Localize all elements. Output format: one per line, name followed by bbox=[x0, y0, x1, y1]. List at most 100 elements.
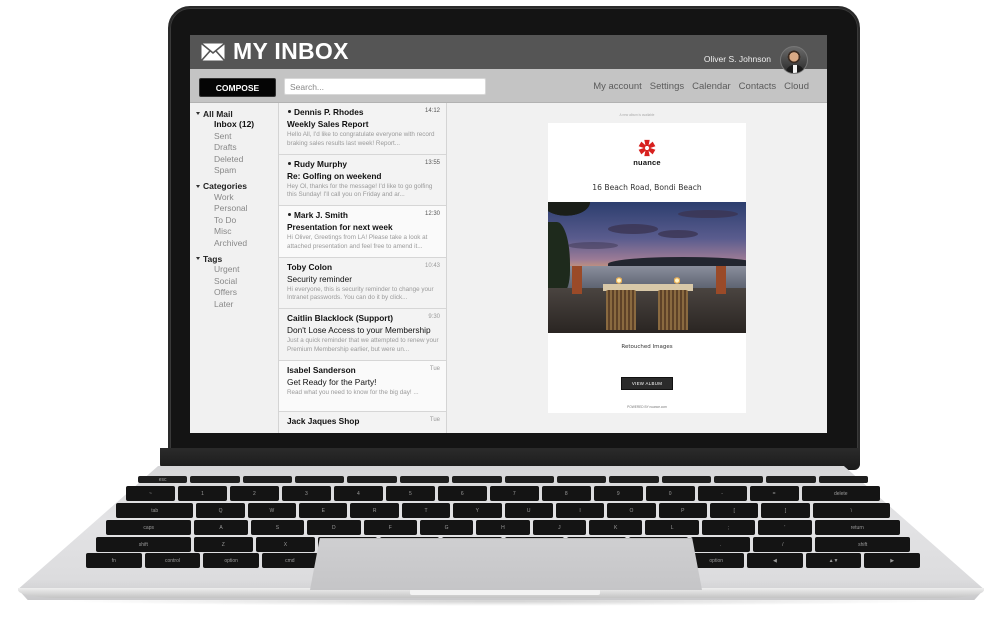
keyboard-key[interactable]: cmd bbox=[261, 553, 318, 568]
sidebar-item-to-do[interactable]: To Do bbox=[190, 215, 278, 227]
keyboard-key[interactable]: 4 bbox=[333, 486, 383, 501]
keyboard-key[interactable]: Q bbox=[196, 503, 245, 518]
sidebar-item-archived[interactable]: Archived bbox=[190, 238, 278, 250]
nav-cloud[interactable]: Cloud bbox=[784, 81, 809, 92]
keyboard-key[interactable] bbox=[661, 476, 711, 483]
sidebar-item-sent[interactable]: Sent bbox=[190, 131, 278, 143]
nav-contacts[interactable]: Contacts bbox=[739, 81, 777, 92]
keyboard-key[interactable] bbox=[452, 476, 502, 483]
sidebar-item-work[interactable]: Work bbox=[190, 192, 278, 204]
keyboard-key[interactable]: option bbox=[203, 553, 259, 568]
group-toggle-all-mail[interactable]: All Mail bbox=[190, 108, 278, 119]
message-item[interactable]: Isabel Sanderson Tue Get Ready for the P… bbox=[279, 360, 446, 412]
keyboard-key[interactable] bbox=[399, 476, 450, 483]
keyboard-key[interactable]: 1 bbox=[177, 486, 227, 501]
keyboard-key[interactable]: Z bbox=[193, 537, 253, 552]
keyboard-key[interactable]: E bbox=[299, 503, 348, 518]
keyboard-key[interactable]: P bbox=[658, 503, 707, 518]
keyboard-key[interactable]: I bbox=[555, 503, 605, 518]
message-item[interactable]: Rudy Murphy 13:55 Re: Golfing on weekend… bbox=[279, 154, 446, 206]
keyboard-key[interactable]: O bbox=[607, 503, 656, 518]
keyboard-key[interactable] bbox=[347, 476, 397, 483]
keyboard-key[interactable] bbox=[295, 476, 345, 483]
keyboard-key[interactable] bbox=[556, 476, 607, 483]
keyboard-key[interactable]: J bbox=[532, 520, 587, 535]
keyboard-key[interactable]: = bbox=[749, 486, 799, 501]
keyboard-key[interactable]: 3 bbox=[281, 486, 331, 501]
keyboard-key[interactable]: Y bbox=[453, 503, 502, 518]
nav-my-account[interactable]: My account bbox=[593, 81, 642, 92]
sidebar-item-spam[interactable]: Spam bbox=[190, 165, 278, 177]
keyboard-key[interactable]: H bbox=[476, 520, 530, 535]
message-item[interactable]: Dennis P. Rhodes 14:12 Weekly Sales Repo… bbox=[279, 103, 446, 155]
keyboard-key[interactable]: ] bbox=[761, 503, 810, 518]
keyboard-key[interactable]: K bbox=[589, 520, 643, 535]
keyboard-key[interactable]: ~ bbox=[126, 486, 175, 501]
keyboard-key[interactable]: shift bbox=[96, 537, 191, 552]
keyboard-key[interactable]: ' bbox=[758, 520, 812, 535]
keyboard-key[interactable]: 0 bbox=[645, 486, 695, 501]
keyboard-key[interactable]: S bbox=[250, 520, 305, 535]
keyboard-key[interactable]: 9 bbox=[593, 486, 643, 501]
keyboard-key[interactable]: control bbox=[144, 553, 201, 568]
group-toggle-categories[interactable]: Categories bbox=[190, 181, 278, 192]
keyboard-key[interactable]: \ bbox=[812, 503, 891, 518]
keyboard-key[interactable]: R bbox=[350, 503, 399, 518]
compose-button[interactable]: COMPOSE bbox=[199, 78, 276, 97]
keyboard-key[interactable]: / bbox=[753, 537, 813, 552]
keyboard-key[interactable] bbox=[504, 476, 554, 483]
message-item[interactable]: Toby Colon 10:43 Security reminder Hi ev… bbox=[279, 257, 446, 309]
keyboard-key[interactable]: T bbox=[401, 503, 451, 518]
keyboard-key[interactable]: shift bbox=[815, 537, 911, 552]
sidebar-item-misc[interactable]: Misc bbox=[190, 226, 278, 238]
keyboard-key[interactable]: A bbox=[194, 520, 248, 535]
sidebar-item-inbox[interactable]: Inbox (12) bbox=[190, 119, 278, 131]
keyboard-key[interactable]: return bbox=[814, 520, 900, 535]
keyboard-key[interactable]: - bbox=[697, 486, 747, 501]
keyboard-key[interactable]: ; bbox=[701, 520, 756, 535]
keyboard-key[interactable] bbox=[818, 476, 869, 483]
nav-settings[interactable]: Settings bbox=[650, 81, 684, 92]
sidebar-item-urgent[interactable]: Urgent bbox=[190, 264, 278, 276]
message-item[interactable]: Jack Jaques Shop Tue bbox=[279, 412, 446, 433]
sidebar-item-offers[interactable]: Offers bbox=[190, 287, 278, 299]
keyboard-key[interactable]: ▲▼ bbox=[805, 553, 862, 568]
keyboard-key[interactable]: L bbox=[645, 520, 699, 535]
keyboard-key[interactable]: D bbox=[307, 520, 361, 535]
keyboard-key[interactable]: 7 bbox=[489, 486, 539, 501]
keyboard-key[interactable]: 6 bbox=[437, 486, 487, 501]
search-input[interactable] bbox=[284, 78, 486, 95]
keyboard-key[interactable]: ◀ bbox=[747, 553, 803, 568]
keyboard-key[interactable]: ▶ bbox=[864, 553, 921, 568]
keyboard-key[interactable] bbox=[190, 476, 240, 483]
keyboard-key[interactable]: F bbox=[363, 520, 417, 535]
sidebar-item-deleted[interactable]: Deleted bbox=[190, 154, 278, 166]
keyboard-key[interactable]: W bbox=[247, 503, 297, 518]
sidebar-item-later[interactable]: Later bbox=[190, 299, 278, 311]
nav-calendar[interactable]: Calendar bbox=[692, 81, 731, 92]
user-avatar[interactable] bbox=[780, 46, 808, 74]
keyboard-key[interactable]: U bbox=[504, 503, 553, 518]
keyboard-key[interactable]: [ bbox=[709, 503, 759, 518]
sidebar-item-drafts[interactable]: Drafts bbox=[190, 142, 278, 154]
keyboard-key[interactable]: 2 bbox=[229, 486, 279, 501]
keyboard-key[interactable]: tab bbox=[116, 503, 194, 518]
keyboard-key[interactable] bbox=[609, 476, 659, 483]
keyboard-key[interactable]: X bbox=[255, 537, 316, 552]
message-item[interactable]: Caitlin Blacklock (Support) 9:30 Don't L… bbox=[279, 309, 446, 361]
powered-by-link[interactable]: POWERED BY nuance.com bbox=[548, 405, 746, 409]
keyboard-key[interactable]: fn bbox=[86, 553, 142, 568]
keyboard-key[interactable] bbox=[766, 476, 816, 483]
keyboard-key[interactable]: 8 bbox=[541, 486, 591, 501]
keyboard-key[interactable]: 5 bbox=[385, 486, 435, 501]
keyboard-key[interactable]: esc bbox=[138, 476, 188, 483]
keyboard-key[interactable]: caps bbox=[106, 520, 192, 535]
keyboard-key[interactable]: G bbox=[419, 520, 474, 535]
keyboard-key[interactable] bbox=[713, 476, 764, 483]
trackpad[interactable] bbox=[310, 538, 702, 590]
view-album-button[interactable]: VIEW ALBUM bbox=[621, 377, 673, 390]
group-toggle-tags[interactable]: Tags bbox=[190, 253, 278, 264]
message-item-selected[interactable]: Mark J. Smith 12:30 Presentation for nex… bbox=[279, 206, 446, 258]
keyboard-key[interactable] bbox=[242, 476, 293, 483]
sidebar-item-personal[interactable]: Personal bbox=[190, 203, 278, 215]
